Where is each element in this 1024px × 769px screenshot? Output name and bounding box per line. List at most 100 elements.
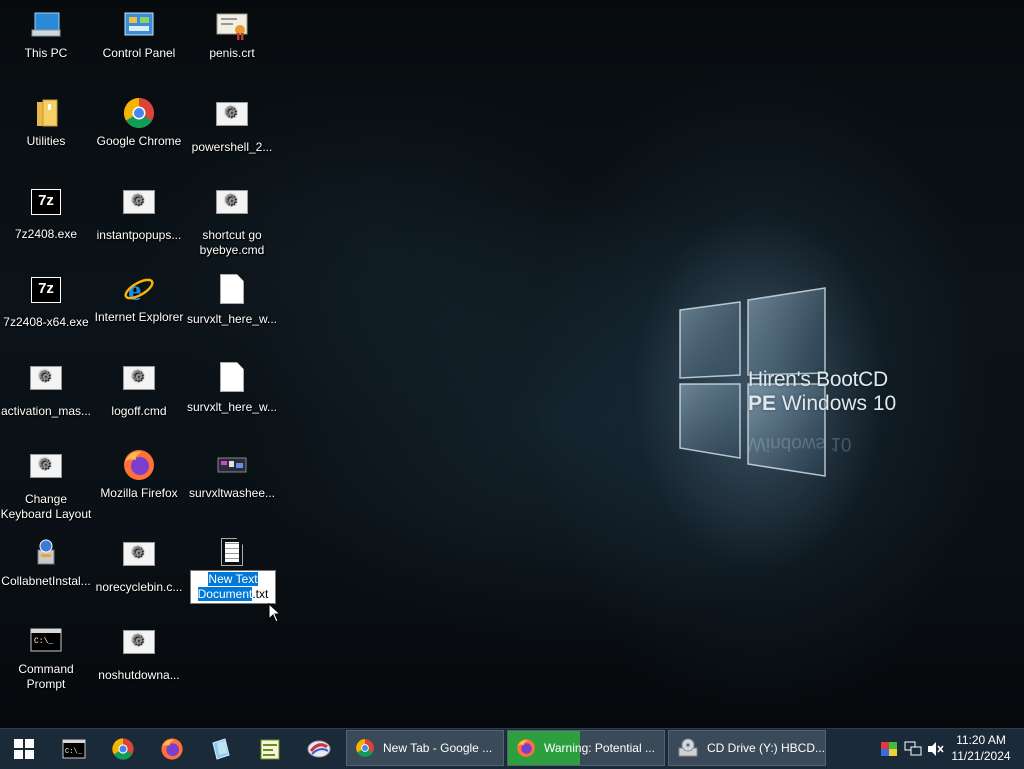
chrome-icon xyxy=(122,96,156,130)
svg-text:C:\_: C:\_ xyxy=(34,637,53,646)
icon-label: powershell_2... xyxy=(191,140,273,154)
desktop-icon-7z2408-x64[interactable]: 7z 7z2408-x64.exe xyxy=(0,272,92,330)
desktop-icon-utilities[interactable]: Utilities xyxy=(0,96,92,149)
pinned-command-prompt[interactable]: C:\_ xyxy=(54,733,94,765)
chrome-icon xyxy=(356,739,374,757)
icon-label: survxlt_here_w... xyxy=(186,400,278,414)
installer-icon xyxy=(29,536,63,570)
pinned-notepad[interactable] xyxy=(250,733,290,765)
desktop-icon-powershell[interactable]: powershell_2... xyxy=(186,96,278,155)
icon-label: Google Chrome xyxy=(96,134,182,148)
script-file-icon xyxy=(122,542,156,576)
script-file-icon xyxy=(215,190,249,224)
desktop-icon-7z2408[interactable]: 7z 7z2408.exe xyxy=(0,184,92,242)
pinned-chrome[interactable] xyxy=(103,733,143,765)
script-file-icon xyxy=(122,366,156,400)
script-file-icon xyxy=(122,190,156,224)
icon-label: 7z2408-x64.exe xyxy=(3,315,89,329)
svg-text:e: e xyxy=(128,274,141,306)
icon-label: activation_mas... xyxy=(0,404,92,418)
tray-network-icon[interactable] xyxy=(903,737,923,761)
clock-time: 11:20 AM xyxy=(956,733,1006,747)
desktop-icon-survxltwashee[interactable]: survxltwashee... xyxy=(186,448,278,501)
7zip-icon: 7z xyxy=(29,189,63,223)
script-file-icon xyxy=(29,366,63,400)
icon-label: survxlt_here_w... xyxy=(186,312,278,326)
desktop-icon-shortcut-go-byebye[interactable]: shortcut go byebye.cmd xyxy=(186,184,278,258)
desktop-icon-survxlt-2[interactable]: survxlt_here_w... xyxy=(186,360,278,415)
mouse-cursor-icon xyxy=(268,603,282,623)
desktop-icon-google-chrome[interactable]: Google Chrome xyxy=(93,96,185,149)
cd-drive-icon xyxy=(678,738,698,757)
icon-label: noshutdowna... xyxy=(98,668,180,682)
icon-label: Mozilla Firefox xyxy=(100,486,178,500)
task-label: New Tab - Google ... xyxy=(383,741,493,755)
task-chrome-new-tab[interactable]: New Tab - Google ... xyxy=(346,730,504,766)
windows-logo-icon xyxy=(14,739,34,759)
icon-label: Internet Explorer xyxy=(94,310,184,324)
script-file-icon xyxy=(29,454,63,488)
blank-file-icon xyxy=(215,274,249,308)
script-file-icon xyxy=(215,102,249,136)
brand-line-1: Hiren's BootCD xyxy=(748,368,888,391)
tool-icon xyxy=(307,740,331,758)
icon-label: Command Prompt xyxy=(18,662,74,691)
desktop-icon-noshutdown[interactable]: noshutdowna... xyxy=(93,624,185,683)
brand-pe: PE xyxy=(748,392,777,415)
taskbar: C:\_ New Tab - Google ... Warning: Poten… xyxy=(0,728,1024,769)
desktop-icon-activation[interactable]: activation_mas... xyxy=(0,360,92,419)
icon-label: CollabnetInstal... xyxy=(1,574,91,588)
tray-color-icon[interactable] xyxy=(879,737,899,761)
desktop-icon-survxlt-1[interactable]: survxlt_here_w... xyxy=(186,272,278,327)
desktop-icon-collabnet[interactable]: CollabnetInstal... xyxy=(0,536,92,589)
this-pc-icon xyxy=(29,8,63,42)
task-label: CD Drive (Y:) HBCD... xyxy=(706,741,825,755)
icon-label: shortcut go byebye.cmd xyxy=(199,228,265,257)
desktop-icon-penis-crt[interactable]: penis.crt xyxy=(186,8,278,61)
desktop-icon-change-keyboard[interactable]: Change Keyboard Layout xyxy=(0,448,92,522)
command-prompt-icon: C:\_ xyxy=(29,624,63,658)
pinned-firefox[interactable] xyxy=(152,733,192,765)
desktop-icon-logoff[interactable]: logoff.cmd xyxy=(93,360,185,419)
svg-text:C:\_: C:\_ xyxy=(65,748,83,756)
brand-reflection: Windows 10 xyxy=(748,433,852,454)
pinned-tool[interactable] xyxy=(299,733,339,765)
chrome-icon xyxy=(112,738,134,760)
desktop-icon-command-prompt[interactable]: C:\_ Command Prompt xyxy=(0,624,92,692)
image-file-icon xyxy=(215,448,249,482)
control-panel-icon xyxy=(122,8,156,42)
icon-label: This PC xyxy=(24,46,68,60)
desktop-icon-this-pc[interactable]: This PC xyxy=(0,8,92,61)
script-file-icon xyxy=(122,630,156,664)
desktop-icon-instantpopups[interactable]: instantpopups... xyxy=(93,184,185,243)
firefox-icon xyxy=(517,739,535,757)
icon-label: survxltwashee... xyxy=(188,486,276,500)
rename-input[interactable]: New Text Document.txt xyxy=(190,570,276,604)
firefox-icon xyxy=(161,738,183,760)
icon-label: logoff.cmd xyxy=(111,404,167,418)
brand-line-2: PE Windows 10 xyxy=(748,392,896,416)
brand-windows: Windows 10 xyxy=(776,392,897,415)
internet-explorer-icon: e xyxy=(122,272,156,307)
start-button[interactable] xyxy=(4,733,44,765)
tray-volume-muted-icon[interactable] xyxy=(926,737,946,761)
rename-extension: .txt xyxy=(252,587,269,601)
icon-label: Change Keyboard Layout xyxy=(0,492,92,521)
task-firefox-warning[interactable]: Warning: Potential ... xyxy=(507,730,665,766)
desktop-icon-mozilla-firefox[interactable]: Mozilla Firefox xyxy=(93,448,185,501)
wallpaper-brand-text: Hiren's BootCD PE Windows 10 xyxy=(748,368,896,416)
text-document-icon xyxy=(215,538,249,572)
icon-label: norecyclebin.c... xyxy=(95,580,183,594)
desktop[interactable]: Hiren's BootCD PE Windows 10 Windows 10 … xyxy=(0,0,1024,728)
desktop-icon-internet-explorer[interactable]: e Internet Explorer xyxy=(93,272,185,325)
desktop-icon-norecyclebin[interactable]: norecyclebin.c... xyxy=(93,536,185,595)
task-cd-drive[interactable]: CD Drive (Y:) HBCD... xyxy=(668,730,826,766)
icon-label: Utilities xyxy=(26,134,66,148)
explorer-icon xyxy=(212,738,230,760)
certificate-icon xyxy=(215,8,249,42)
icon-label: 7z2408.exe xyxy=(14,227,78,241)
rename-selected-text: New Text Document xyxy=(197,572,258,601)
desktop-icon-control-panel[interactable]: Control Panel xyxy=(93,8,185,61)
taskbar-clock[interactable]: 11:20 AM 11/21/2024 xyxy=(946,732,1016,764)
pinned-explorer[interactable] xyxy=(201,733,241,765)
